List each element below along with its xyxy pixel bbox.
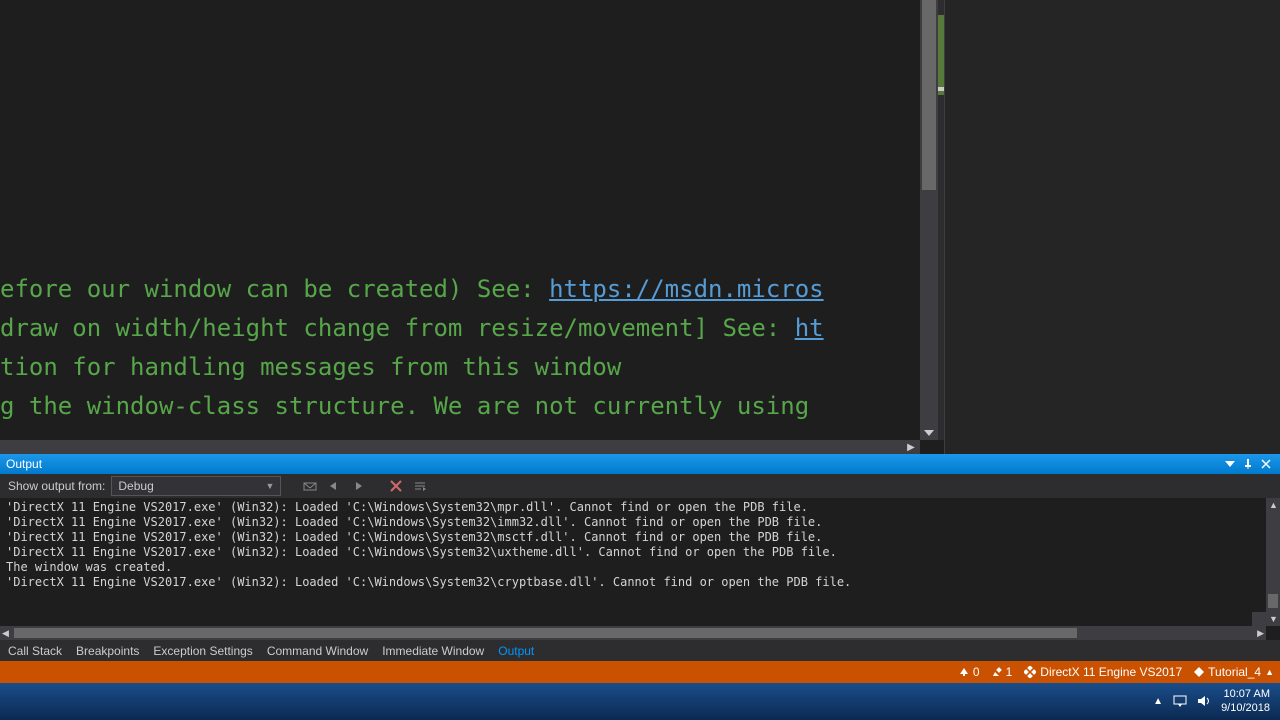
status-edit-count: 1 [1006,665,1013,679]
editor-vertical-scrollbar[interactable] [920,0,938,440]
scroll-left-icon[interactable]: ◀ [2,628,9,639]
scroll-right-icon[interactable]: ▶ [904,442,918,453]
output-line: 'DirectX 11 Engine VS2017.exe' (Win32): … [6,575,1274,590]
code-editor[interactable]: efore our window can be created) See: ht… [0,0,920,440]
scroll-corner [1252,612,1266,626]
status-bar: 0 1 DirectX 11 Engine VS2017 Tutorial_4 … [0,661,1280,683]
output-panel-titlebar[interactable]: Output [0,454,1280,474]
output-body[interactable]: 'DirectX 11 Engine VS2017.exe' (Win32): … [0,498,1280,640]
output-line: 'DirectX 11 Engine VS2017.exe' (Win32): … [6,545,1274,560]
status-sync-up-count: 0 [973,665,980,679]
panel-tab-immediate-window[interactable]: Immediate Window [382,644,484,658]
tray-volume-icon[interactable] [1197,694,1211,708]
panel-tab-exception-settings[interactable]: Exception Settings [153,644,252,658]
editor-marker-bar [938,0,944,440]
output-source-dropdown[interactable]: Debug ▼ [111,476,281,496]
code-hyperlink[interactable]: ht [795,314,824,342]
code-content: efore our window can be created) See: ht… [0,270,824,426]
scroll-down-icon[interactable] [924,428,934,438]
toggle-word-wrap-icon[interactable] [411,477,429,495]
output-vertical-scrollbar[interactable]: ▲ ▼ [1266,498,1280,626]
panel-dropdown-icon[interactable] [1222,456,1238,472]
taskbar-time: 10:07 AM [1221,687,1270,701]
output-source-value: Debug [118,479,153,493]
panel-tab-command-window[interactable]: Command Window [267,644,368,658]
panel-tab-call-stack[interactable]: Call Stack [8,644,62,658]
panel-tab-output[interactable]: Output [498,644,534,658]
tray-action-center-icon[interactable] [1173,694,1187,708]
status-project[interactable]: DirectX 11 Engine VS2017 [1024,665,1182,679]
tray-show-hidden-icon[interactable]: ▲ [1153,696,1163,707]
dropdown-arrow-icon: ▼ [265,481,274,491]
scrollbar-thumb[interactable] [1268,594,1278,608]
next-message-icon[interactable] [349,477,367,495]
panel-close-icon[interactable] [1258,456,1274,472]
clear-all-icon[interactable] [387,477,405,495]
output-panel: Output Show output from: Debug ▼ [0,454,1280,640]
editor-area: efore our window can be created) See: ht… [0,0,1280,454]
panel-tab-breakpoints[interactable]: Breakpoints [76,644,139,658]
output-line: 'DirectX 11 Engine VS2017.exe' (Win32): … [6,530,1274,545]
output-line: 'DirectX 11 Engine VS2017.exe' (Win32): … [6,515,1274,530]
bottom-panel-tabs: Call Stack Breakpoints Exception Settings C… [0,640,1280,662]
change-marker [938,15,944,95]
editor-horizontal-scrollbar[interactable]: ▶ [0,440,920,454]
status-config-name: Tutorial_4 [1208,665,1261,679]
status-pending-edits[interactable]: 1 [992,665,1013,679]
panel-pin-icon[interactable] [1240,456,1256,472]
previous-message-icon[interactable] [325,477,343,495]
code-line: efore our window can be created) See: ht… [0,270,824,309]
taskbar-clock[interactable]: 10:07 AM 9/10/2018 [1221,687,1270,715]
windows-taskbar[interactable]: ▲ 10:07 AM 9/10/2018 [0,683,1280,720]
scrollbar-thumb[interactable] [922,0,936,190]
code-hyperlink[interactable]: https://msdn.micros [549,275,824,303]
output-toolbar: Show output from: Debug ▼ [0,474,1280,498]
caret-marker [938,87,944,91]
code-line: tion for handling messages from this win… [0,348,824,387]
chevron-up-icon: ▲ [1265,667,1274,677]
status-sync-up[interactable]: 0 [959,665,980,679]
code-line: g the window-class structure. We are not… [0,387,824,426]
code-line: draw on width/height change from resize/… [0,309,824,348]
scroll-down-icon[interactable]: ▼ [1269,614,1278,624]
status-project-name: DirectX 11 Engine VS2017 [1040,665,1182,679]
output-panel-title: Output [6,457,1220,471]
right-side-panel [944,0,1280,454]
output-text: 'DirectX 11 Engine VS2017.exe' (Win32): … [0,498,1280,592]
show-output-from-label: Show output from: [8,479,105,493]
output-horizontal-scrollbar[interactable]: ◀ ▶ [0,626,1266,640]
scroll-right-icon[interactable]: ▶ [1257,628,1264,639]
output-line: 'DirectX 11 Engine VS2017.exe' (Win32): … [6,500,1274,515]
scrollbar-thumb[interactable] [14,628,1077,638]
scroll-up-icon[interactable]: ▲ [1269,500,1278,510]
status-config[interactable]: Tutorial_4 ▲ [1194,665,1274,679]
output-line: The window was created. [6,560,1274,575]
taskbar-date: 9/10/2018 [1221,701,1270,715]
find-message-icon[interactable] [301,477,319,495]
